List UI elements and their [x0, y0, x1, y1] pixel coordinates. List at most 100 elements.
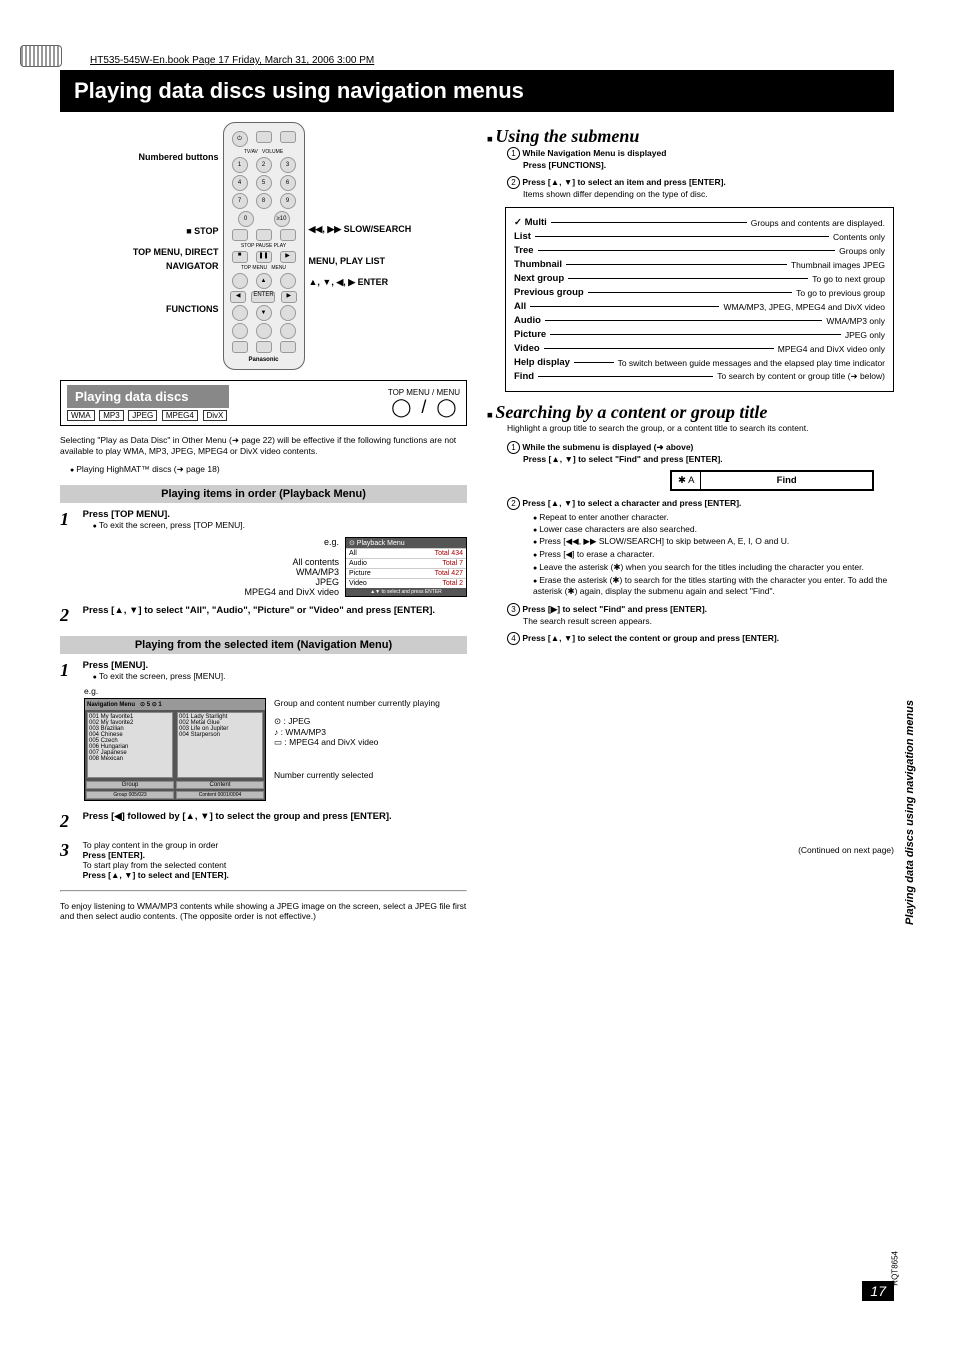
page-number: 17: [862, 1281, 894, 1301]
menu-key: List: [514, 231, 531, 242]
menu-key: Thumbnail: [514, 259, 562, 270]
menu-val: Thumbnail images JPEG: [791, 260, 885, 270]
pb-label-0: All contents: [60, 557, 339, 567]
sub2-s1b: Press [▲, ▼] to select "Find" and press …: [523, 454, 723, 464]
step-1-text: To exit the screen, press [TOP MENU].: [93, 520, 245, 530]
label-stop: ■ STOP: [99, 224, 219, 238]
menu-key: Audio: [514, 315, 541, 326]
nav-step-1-bold: Press [MENU].: [83, 660, 148, 671]
menu-val: To search by content or group title (➜ b…: [717, 371, 885, 382]
step-1-bold: Press [TOP MENU].: [83, 509, 170, 520]
pb-label-1: WMA/MP3: [60, 567, 339, 577]
label-slow: ◀◀, ▶▶ SLOW/SEARCH: [309, 222, 429, 236]
fmt-divx: DivX: [203, 410, 228, 421]
eg-label: e.g.: [60, 537, 339, 547]
section-playback-menu: Playing items in order (Playback Menu): [60, 485, 467, 503]
remote-control-icon: ⏻ TV/AV VOLUME 123 456 789 0≥10 STOP PAU…: [223, 122, 305, 370]
menu-key: Picture: [514, 329, 546, 340]
label-menu: MENU, PLAY LIST: [309, 254, 429, 268]
binding-icon: [20, 45, 62, 67]
step-1-number: 1: [60, 509, 80, 530]
label-numbered: Numbered buttons: [99, 150, 219, 164]
using-submenu-heading: Using the submenu: [495, 126, 639, 146]
nav-step-1-number: 1: [60, 660, 80, 681]
sub1-s2t: Items shown differ depending on the type…: [523, 189, 894, 199]
pb-label-2: JPEG: [60, 577, 339, 587]
menu-val: Groups only: [839, 246, 885, 256]
menu-val: Contents only: [833, 232, 885, 242]
page: HT535-545W-En.book Page 17 Friday, March…: [0, 0, 954, 1351]
nav-side-1: ⊙ : JPEG: [274, 716, 467, 727]
section-navigation-menu: Playing from the selected item (Navigati…: [60, 636, 467, 654]
nav-side-2: ♪ : WMA/MP3: [274, 727, 467, 737]
book-tag: HT535-545W-En.book Page 17 Friday, March…: [90, 55, 374, 66]
menu-val: To go to next group: [812, 274, 885, 284]
nav-step-3-b2: Press [▲, ▼] to select and [ENTER].: [83, 870, 229, 880]
pdbox-icons: TOP MENU / MENU ◯ / ◯: [388, 388, 460, 418]
fmt-mpeg4: MPEG4: [162, 410, 198, 421]
label-topmenu: TOP MENU, DIRECT NAVIGATOR: [99, 245, 219, 274]
nav-step-3-t1: To play content in the group in order: [83, 840, 219, 850]
nav-step-3-b1: Press [ENTER].: [83, 850, 145, 860]
remote-diagram: Numbered buttons ■ STOP TOP MENU, DIRECT…: [60, 122, 467, 370]
circle-4-icon: 4: [507, 632, 520, 645]
pdbox-title: Playing data discs: [67, 385, 229, 408]
note-text: To enjoy listening to WMA/MP3 contents w…: [60, 901, 467, 921]
menu-val: MPEG4 and DivX video only: [778, 344, 885, 354]
nav-step-2-bold: Press [◀] followed by [▲, ▼] to select t…: [83, 811, 392, 822]
search-bullet: Lower case characters are also searched.: [533, 524, 894, 534]
menu-key: Find: [514, 371, 534, 382]
sub2-s2: Press [▲, ▼] to select a character and p…: [522, 498, 741, 508]
search-bullet: Press [◀◀, ▶▶ SLOW/SEARCH] to skip betwe…: [533, 536, 894, 547]
navigation-menu-mock: Navigation Menu ⊙ 5 ⊙ 1 001 My favorite1…: [84, 698, 266, 801]
menu-val: To switch between guide messages and the…: [618, 358, 885, 368]
fmt-jpeg: JPEG: [128, 410, 157, 421]
find-right: Find: [701, 472, 872, 489]
find-box: ✱ A Find: [670, 470, 874, 491]
sub2-text: Highlight a group title to search the gr…: [507, 423, 894, 433]
label-enter: ▲, ▼, ◀, ▶ ENTER: [309, 275, 429, 289]
circle-1b-icon: 1: [507, 441, 520, 454]
side-title: Playing data discs using navigation menu…: [904, 700, 916, 925]
sub2-s4: Press [▲, ▼] to select the content or gr…: [522, 633, 779, 643]
fmt-mp3: MP3: [99, 410, 123, 421]
search-bullet: Repeat to enter another character.: [533, 512, 894, 522]
continued-text: (Continued on next page): [487, 845, 894, 855]
nav-step-2-number: 2: [60, 811, 80, 832]
submenu-items-box: ✓ Multi Groups and contents are displayed…: [505, 207, 894, 392]
circle-1-icon: 1: [507, 147, 520, 160]
nav-side-4: Number currently selected: [274, 770, 467, 780]
menu-key: Video: [514, 343, 540, 354]
left-column: Numbered buttons ■ STOP TOP MENU, DIRECT…: [60, 122, 467, 929]
nav-side-0: Group and content number currently playi…: [274, 698, 467, 708]
menu-key: ✓ Multi: [514, 217, 547, 228]
pb-label-3: MPEG4 and DivX video: [60, 587, 339, 597]
sub2-s3t: The search result screen appears.: [523, 616, 894, 626]
intro-text: Selecting "Play as Data Disc" in Other M…: [60, 435, 467, 456]
menu-key: Tree: [514, 245, 534, 256]
playback-menu-mock: ⊙ Playback Menu AllTotal 434 AudioTotal …: [345, 537, 467, 597]
menu-val: WMA/MP3, JPEG, MPEG4 and DivX video: [723, 302, 885, 312]
intro-bullet: Playing HighMAT™ discs (➜ page 18): [70, 464, 467, 475]
sub2-s1a: While the submenu is displayed (➜ above): [522, 442, 693, 452]
sub2-s3: Press [▶] to select "Find" and press [EN…: [522, 604, 707, 614]
search-bullet: Leave the asterisk (✱) when you search f…: [533, 562, 894, 573]
label-functions: FUNCTIONS: [99, 302, 219, 316]
circle-2b-icon: 2: [507, 497, 520, 510]
menu-val: Groups and contents are displayed.: [751, 218, 885, 228]
nav-step-3-number: 3: [60, 840, 80, 861]
fmt-wma: WMA: [67, 410, 95, 421]
circle-3-icon: 3: [507, 603, 520, 616]
nav-step-3-t2: To start play from the selected content: [83, 860, 227, 870]
eg-label-2: e.g.: [84, 686, 467, 696]
playing-data-discs-box: Playing data discs WMA MP3 JPEG MPEG4 Di…: [60, 380, 467, 426]
menu-key: Next group: [514, 273, 564, 284]
menu-key: Previous group: [514, 287, 584, 298]
step-2-bold: Press [▲, ▼] to select "All", "Audio", "…: [83, 605, 435, 616]
page-title: Playing data discs using navigation menu…: [60, 70, 894, 112]
menu-val: JPEG only: [845, 330, 885, 340]
menu-val: To go to previous group: [796, 288, 885, 298]
page-footer: 17: [862, 1281, 894, 1301]
step-2-number: 2: [60, 605, 80, 626]
nav-side-3: ▭ : MPEG4 and DivX video: [274, 737, 467, 748]
